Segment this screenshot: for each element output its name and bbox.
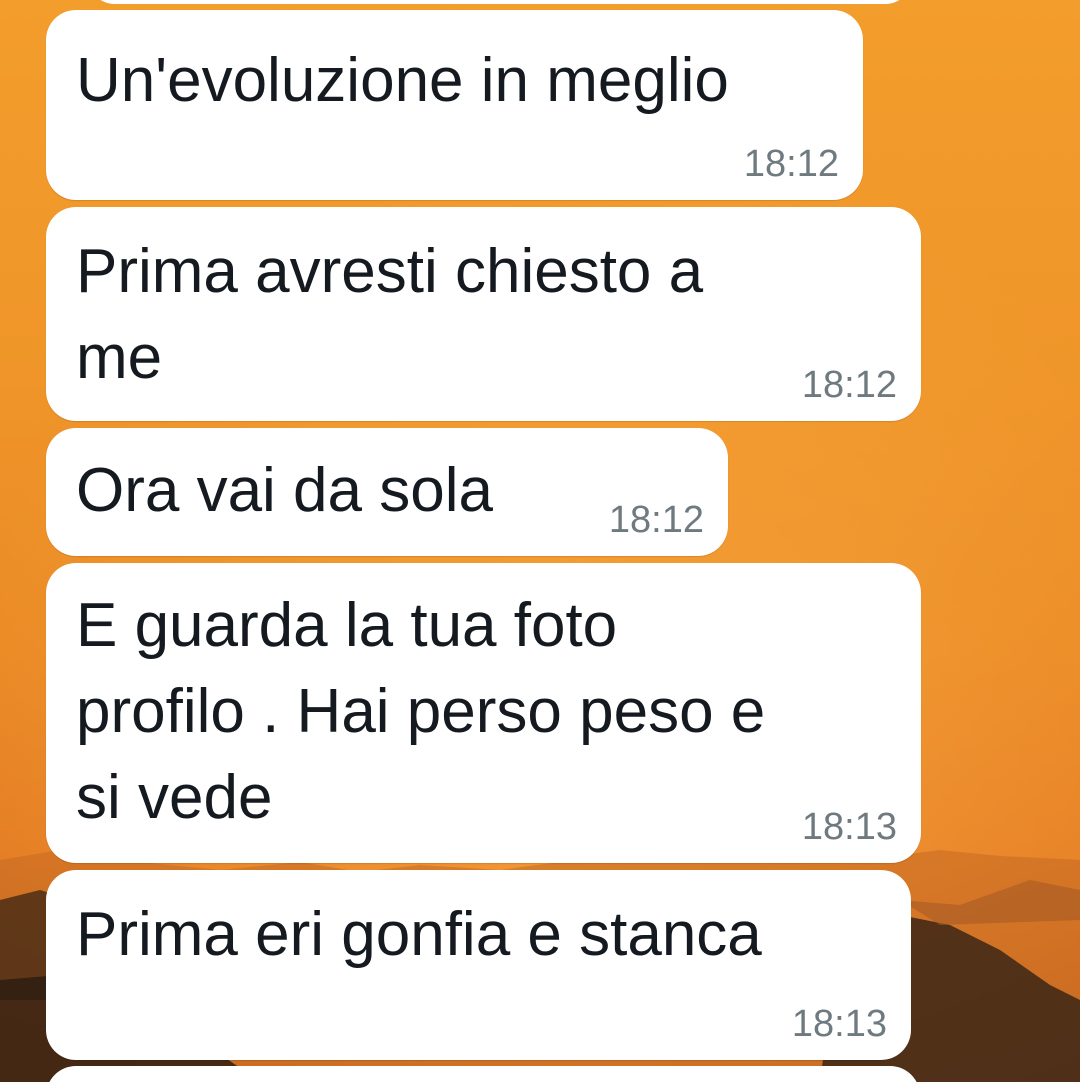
message-text: Ora vai da sola	[76, 456, 493, 525]
message-text: Prima eri gonfia e stanca	[76, 900, 762, 969]
message-list[interactable]: Un'evoluzione in meglio 18:12 Prima avre…	[0, 0, 1080, 1082]
message-bubble[interactable]: Un'evoluzione in meglio 18:12	[46, 10, 863, 200]
message-bubble[interactable]: Prima avresti chiesto a me 18:12	[46, 207, 921, 421]
message-bubble[interactable]: Prima eri gonfia e stanca 18:13	[46, 870, 911, 1060]
message-timestamp: 18:13	[791, 1003, 887, 1045]
message-bubble[interactable]: E guarda la tua foto profilo . Hai perso…	[46, 563, 921, 863]
message-timestamp: 18:13	[801, 806, 897, 848]
next-message-bubble[interactable]	[46, 1066, 920, 1082]
previous-message-bubble[interactable]	[90, 0, 910, 4]
message-timestamp: 18:12	[743, 143, 839, 185]
message-timestamp: 18:12	[608, 499, 704, 541]
message-text: Un'evoluzione in meglio	[76, 46, 729, 115]
message-text: E guarda la tua foto profilo . Hai perso…	[76, 591, 766, 832]
message-text: Prima avresti chiesto a me	[76, 237, 704, 392]
message-timestamp: 18:12	[801, 364, 897, 406]
message-bubble[interactable]: Ora vai da sola 18:12	[46, 428, 728, 556]
